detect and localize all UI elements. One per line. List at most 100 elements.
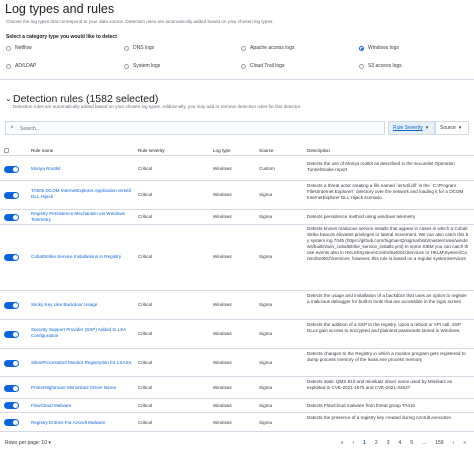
rule-name-link[interactable]: Moriya Rootkit [31,166,131,172]
radio-s3-access-logs[interactable]: S3 access logs [359,63,402,69]
rule-toggle[interactable] [4,302,19,309]
rule-toggle[interactable] [4,360,19,367]
table-row: Registry Persistence Mechanism via Windo… [0,210,474,225]
table-row: TA505 DCOM InternetExplorer.Application … [0,181,474,210]
rules-section-subtitle: Detection rules are automatically added … [13,104,302,109]
rule-log-type: Windows [213,166,232,171]
rule-toggle[interactable] [4,419,19,426]
rule-log-type: Windows [213,385,232,390]
radio-ad-ldap[interactable]: AD/LDAP [6,63,36,69]
radio-button[interactable] [241,45,246,51]
radio-dns-logs[interactable]: DNS logs [124,45,154,51]
rule-severity: Critical [138,331,153,336]
rule-log-type: Windows [213,420,232,425]
column-header-source[interactable]: Source [259,148,274,153]
page-4[interactable]: 4 [398,440,401,446]
rule-description: Detects static QMS 810 and mimikatz driv… [307,379,453,391]
rule-toggle[interactable] [4,331,19,338]
page-3[interactable]: 3 [387,440,390,446]
chevron-down-icon[interactable]: ⌄ [5,94,12,103]
rule-log-type: Windows [213,214,232,219]
rule-name-link[interactable]: Sticky Key Like Backdoor Usage [31,302,146,308]
prev-page-icon[interactable]: ‹ [352,440,354,446]
rule-name-link[interactable]: TA505 DCOM InternetExplorer.Application … [31,188,131,200]
rule-log-type: Windows [213,254,232,259]
rule-log-type: Windows [213,360,232,365]
rule-description: Detects the presence of a registry key c… [307,415,452,420]
rule-source: Sigma [259,214,273,219]
rule-toggle[interactable] [4,385,19,392]
rule-description: Detects persistence method using windows… [307,214,416,219]
category-select-label: Select a category type you would like to… [6,34,117,40]
rule-name-link[interactable]: SilentProcessExit Monitor Registrytion f… [31,360,146,366]
rule-severity: Critical [138,403,153,408]
rule-source: Sigma [259,385,273,390]
column-header-description[interactable]: Description [307,148,330,153]
filter-label: Rule Severity [393,125,423,131]
chevron-down-icon: ▾ [48,440,51,446]
rule-toggle[interactable] [4,402,19,409]
radio-button[interactable] [124,63,129,69]
rule-description: Detects FlowCloud malware from threat gr… [307,403,417,408]
rows-per-page-select[interactable]: Rows per page: 10 ▾ [5,440,51,446]
chevron-down-icon: ▾ [458,125,462,131]
column-header-rule-name[interactable]: Rule name [31,148,53,153]
radio-label: DNS logs [133,45,155,51]
radio-button[interactable] [6,63,11,69]
search-icon: ⌕ [10,124,14,131]
radio-cloud-trail-logs[interactable]: Cloud Trail logs [241,63,284,69]
page-5[interactable]: 5 [410,440,413,446]
radio-button[interactable] [241,63,246,69]
section-divider [0,79,474,80]
column-header-rule-severity[interactable]: Rule severity [138,148,165,153]
rule-severity: Critical [138,166,153,171]
select-all-checkbox[interactable] [4,148,9,153]
radio-button[interactable] [359,45,364,51]
rule-log-type: Windows [213,192,232,197]
radio-label: AD/LDAP [15,63,37,69]
rule-source: Sigma [259,254,273,259]
page-2[interactable]: 2 [375,440,378,446]
next-page-icon[interactable]: › [453,440,455,446]
rule-name-link[interactable]: Registry Entries For Azorult Malware [31,420,146,426]
radio-apache-access-logs[interactable]: Apache access logs [241,45,294,51]
radio-button[interactable] [6,45,11,51]
page-1[interactable]: 1 [363,440,366,446]
radio-button[interactable] [359,63,364,69]
radio-label: Cloud Trail logs [250,63,285,69]
source-filter-button[interactable]: Source ▾ [435,121,469,135]
page-last[interactable]: 159 [435,440,443,446]
rule-description: Detects the usage and installation of a … [307,293,467,305]
last-page-icon[interactable]: » [463,440,466,446]
page-subtitle: Choose the log types that correspond to … [6,19,274,24]
rule-toggle[interactable] [4,166,19,173]
radio-button[interactable] [124,45,129,51]
search-input[interactable] [20,123,320,134]
first-page-icon[interactable]: « [341,440,344,446]
table-row: SilentProcessExit Monitor Registrytion f… [0,349,474,377]
table-row: PrinterNightmare Mimimkatz Driver Name C… [0,377,474,399]
rule-log-type: Windows [213,403,232,408]
rows-per-page-label: Rows per page: 10 [5,440,47,446]
rule-toggle[interactable] [4,254,19,261]
radio-system-logs[interactable]: System logs [124,63,160,69]
radio-netflow[interactable]: Netflow [6,45,32,51]
rule-name-link[interactable]: Registry Persistence Mechanism via Windo… [31,211,131,223]
table-header: Rule name Rule severity Log type Source … [0,146,474,156]
rule-name-link[interactable]: CobaltStrike Service Installations in Re… [31,254,141,260]
chevron-down-icon: ▾ [425,125,429,131]
rule-severity-filter-button[interactable]: Rule Severity ▾ [388,121,435,135]
rule-toggle[interactable] [4,214,19,221]
rule-description: Detects changes to the Registry in which… [307,351,466,363]
radio-windows-logs[interactable]: Windows logs [359,45,399,51]
column-header-log-type[interactable]: Log type [213,148,231,153]
rule-toggle[interactable] [4,192,19,199]
search-field[interactable]: ⌕ [5,121,385,135]
rule-name-link[interactable]: PrinterNightmare Mimimkatz Driver Name [31,385,146,391]
rule-name-link[interactable]: FlowCloud Malware [31,403,131,409]
rule-severity: Critical [138,360,153,365]
rule-description: Detects known malicious service installs… [307,226,469,261]
rule-severity: Critical [138,192,153,197]
radio-label: Netflow [15,45,32,51]
rule-name-link[interactable]: Security Support Provider (SSP) Added to… [31,327,131,339]
